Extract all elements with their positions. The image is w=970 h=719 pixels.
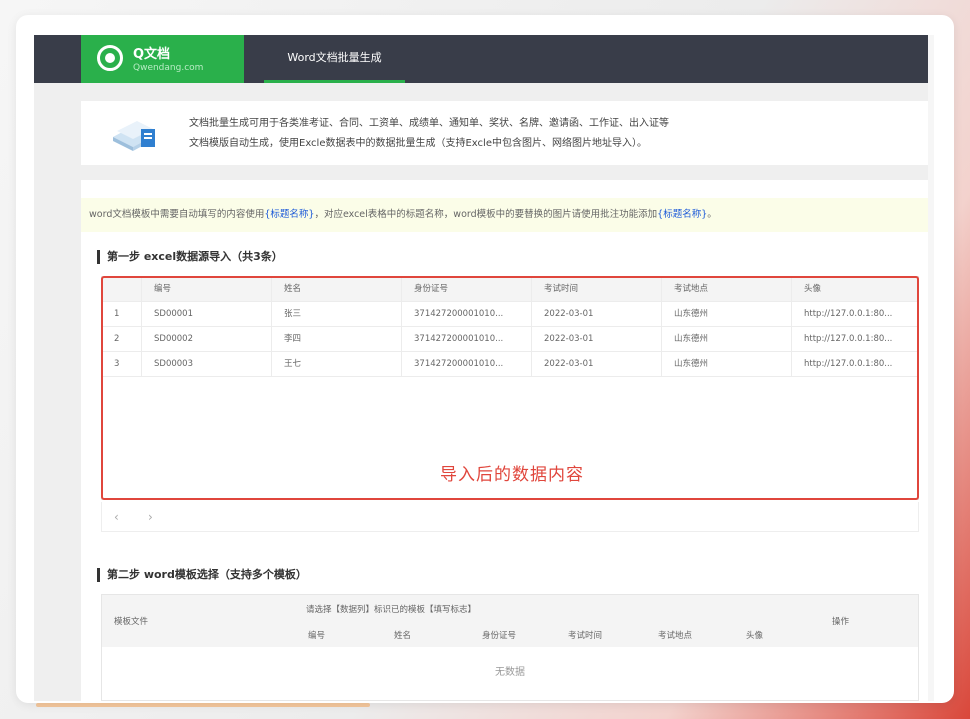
notice-text-2: ，对应excel表格中的标题名称，word模板中的要替换的图片请使用批注功能添加 [314,209,658,220]
notice-text-3: 。 [707,209,717,220]
col-action-header: 操作 [832,617,850,627]
app-window: Q文档 Qwendang.com Word文档批量生成 文档批量生成可用于各类准… [34,35,934,701]
main-panel: word文档模板中需要自动填写的内容使用{标题名称}，对应excel表格中的标题… [81,180,934,701]
intro-description: 文档批量生成可用于各类准考证、合同、工资单、成绩单、通知单、奖状、名牌、邀请函、… [189,114,669,154]
step2-title: 第二步 word模板选择（支持多个模板） [97,568,307,582]
sub-col-name: 姓名 [394,631,412,641]
decorative-accent-line [36,703,370,707]
intro-panel: 文档批量生成可用于各类准考证、合同、工资单、成绩单、通知单、奖状、名牌、邀请函、… [81,101,934,165]
tab-word-batch-generate[interactable]: Word文档批量生成 [264,35,405,83]
step1-title: 第一步 excel数据源导入（共3条） [97,250,283,264]
word-template-table: 模板文件 请选择【数据列】标识已的模板【填写标志】 编号 姓名 身份证号 考试时… [101,594,919,701]
intro-line-2: 文档模版自动生成，使用Excle数据表中的数据批量生成（支持Excle中包含图片… [189,138,647,149]
intro-line-1: 文档批量生成可用于各类准考证、合同、工资单、成绩单、通知单、奖状、名牌、邀请函、… [189,118,669,129]
sub-col-id: 编号 [308,631,326,641]
imported-data-highlight-box: 导入后的数据内容 [101,276,919,500]
table-pager: ‹ › [101,502,919,532]
empty-state-text: 无数据 [495,667,525,678]
template-table-header: 模板文件 请选择【数据列】标识已的模板【填写标志】 编号 姓名 身份证号 考试时… [102,595,918,647]
logo-q-icon [97,45,123,71]
logo-domain: Qwendang.com [133,63,204,73]
notice-placeholder-tag-1: {标题名称} [264,209,315,220]
template-usage-notice: word文档模板中需要自动填写的内容使用{标题名称}，对应excel表格中的标题… [81,198,934,232]
top-navbar: Q文档 Qwendang.com Word文档批量生成 [34,35,934,83]
brand-logo[interactable]: Q文档 Qwendang.com [81,35,244,83]
notice-text-1: word文档模板中需要自动填写的内容使用 [89,209,265,220]
logo-name: Q文档 [133,47,171,62]
imported-data-annotation: 导入后的数据内容 [440,465,584,485]
sub-col-idcard: 身份证号 [482,631,517,641]
col-template-file-header: 模板文件 [114,617,149,627]
pager-prev-button[interactable]: ‹ [114,510,119,524]
sub-col-exam-time: 考试时间 [568,631,603,641]
notice-placeholder-tag-2: {标题名称} [657,209,708,220]
document-stack-icon [113,121,155,151]
col-group-header: 请选择【数据列】标识已的模板【填写标志】 [306,605,477,615]
sub-col-avatar: 头像 [746,631,764,641]
screenshot-card: Q文档 Qwendang.com Word文档批量生成 文档批量生成可用于各类准… [16,15,954,703]
scrollbar[interactable] [928,35,934,701]
sub-col-exam-place: 考试地点 [658,631,693,641]
pager-next-button[interactable]: › [148,510,153,524]
